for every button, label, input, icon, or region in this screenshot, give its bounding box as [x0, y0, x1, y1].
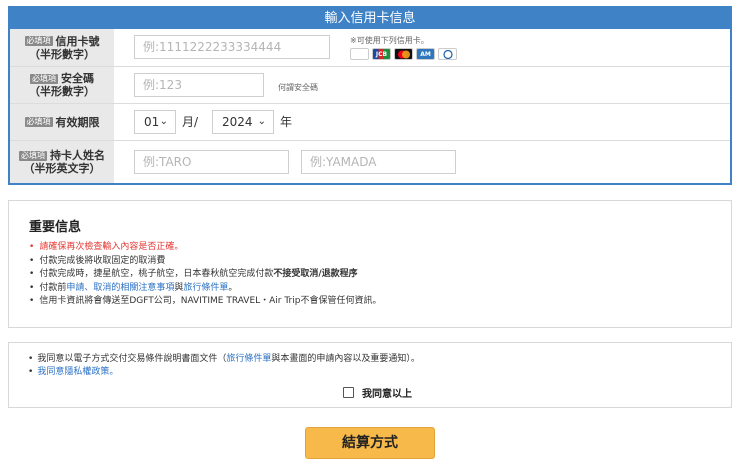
agree-control[interactable]: 我同意以上 [343, 385, 412, 400]
important-info-box: 重要信息 請確保再次檢查輸入內容是否正確。 付款完成後將收取固定的取消費 付款完… [8, 200, 732, 328]
security-code-help-link[interactable]: 何謂安全碼 [278, 82, 318, 93]
info-text: 付款完成時，捷星航空，桃子航空，日本春秋航空完成付款 [39, 269, 274, 279]
required-badge: 必填項 [24, 117, 53, 127]
consent-text: 我同意以電子方式交付交易條件說明書面文件（ [37, 354, 227, 364]
credit-card-form: 輸入信用卡信息 必填項 信用卡號 （半形數字） 例:11112222333344… [8, 6, 732, 185]
expiry-label-cell: 必填項 有效期限 [10, 104, 114, 140]
diners-icon [438, 48, 457, 60]
expiry-row: 必填項 有效期限 01 ⌄ 月/ 2024 ⌄ 年 [10, 103, 730, 140]
important-info-list: 請確保再次檢查輸入內容是否正確。 付款完成後將收取固定的取消費 付款完成時，捷星… [29, 241, 381, 309]
list-item: 我同意以電子方式交付交易條件說明書面文件（旅行條件單與本畫面的申請內容以及重要通… [28, 353, 420, 366]
card-number-row: 必填項 信用卡號 （半形數字） 例:1111222233334444 ※可使用下… [10, 29, 730, 66]
chevron-down-icon: ⌄ [257, 116, 266, 127]
security-code-row: 必填項 安全碼 （半形數字） 例:123 何謂安全碼 [10, 66, 730, 103]
visa-icon [350, 48, 369, 60]
info-text: 。 [228, 282, 238, 293]
accepted-card-logos: JCB AM [350, 48, 457, 60]
security-code-input[interactable]: 例:123 [134, 73, 264, 97]
travel-conditions-link[interactable]: 旅行條件單 [183, 283, 228, 293]
expiry-month-select[interactable]: 01 ⌄ [134, 110, 176, 134]
list-item: 信用卡資訊將會傳送至DGFT公司，NAVITIME TRAVEL・Air Tri… [29, 295, 381, 309]
agree-label[interactable]: 我同意以上 [362, 385, 412, 400]
cardholder-row: 必填項 持卡人姓名 （半形英文字） 例:TARO 例:YAMADA [10, 140, 730, 183]
privacy-policy-link[interactable]: 我同意隱私權政策。 [37, 367, 118, 377]
security-code-label: 安全碼 [61, 72, 94, 85]
security-code-sublabel: （半形數字） [29, 85, 95, 98]
month-unit: 月/ [182, 115, 199, 129]
card-number-sublabel: （半形數字） [29, 47, 95, 61]
mastercard-icon [394, 48, 413, 60]
list-item: 請確保再次檢查輸入內容是否正確。 [29, 241, 381, 255]
card-number-label-cell: 必填項 信用卡號 （半形數字） [10, 29, 114, 66]
required-badge: 必填項 [24, 36, 53, 46]
important-info-title: 重要信息 [29, 220, 82, 235]
required-badge: 必填項 [30, 73, 58, 84]
cardholder-label-cell: 必填項 持卡人姓名 （半形英文字） [10, 141, 114, 183]
accepted-cards-note: ※可使用下列信用卡。 [350, 36, 429, 45]
payment-method-button[interactable]: 結算方式 [305, 427, 435, 459]
expiry-month-value: 01 [144, 115, 160, 129]
info-text: 信用卡資訊將會傳送至DGFT公司，NAVITIME TRAVEL・Air Tri… [39, 296, 382, 306]
consent-list: 我同意以電子方式交付交易條件說明書面文件（旅行條件單與本畫面的申請內容以及重要通… [28, 353, 420, 379]
security-code-label-cell: 必填項 安全碼 （半形數字） [10, 67, 114, 103]
agree-checkbox[interactable] [343, 387, 354, 398]
list-item: 我同意隱私權政策。 [28, 366, 420, 379]
amex-icon: AM [416, 48, 435, 60]
info-text: 付款完成後將收取固定的取消費 [39, 255, 166, 266]
consent-box: 我同意以電子方式交付交易條件說明書面文件（旅行條件單與本畫面的申請內容以及重要通… [8, 342, 732, 408]
form-title: 輸入信用卡信息 [10, 8, 730, 29]
year-unit: 年 [280, 115, 293, 129]
info-bold-text: 不接受取消/退款程序 [273, 269, 358, 279]
consent-text: 與本畫面的申請內容以及重要通知）。 [271, 354, 420, 364]
expiry-year-select[interactable]: 2024 ⌄ [212, 110, 274, 134]
travel-conditions-link[interactable]: 旅行條件單 [226, 354, 271, 364]
list-item: 付款前申請、取消的相關注意事項與旅行條件單。 [29, 282, 381, 296]
card-number-input[interactable]: 例:1111222233334444 [134, 35, 330, 59]
info-text: 請確保再次檢查輸入內容是否正確。 [39, 242, 184, 252]
info-text: 付款前 [39, 282, 67, 293]
expiry-year-value: 2024 [222, 115, 253, 129]
jcb-icon: JCB [372, 48, 391, 60]
last-name-input[interactable]: 例:YAMADA [301, 150, 456, 174]
cancellation-notes-link[interactable]: 申請、取消的相關注意事項 [66, 283, 174, 293]
first-name-input[interactable]: 例:TARO [134, 150, 289, 174]
list-item: 付款完成時，捷星航空，桃子航空，日本春秋航空完成付款不接受取消/退款程序 [29, 268, 381, 282]
expiry-label: 有效期限 [55, 115, 100, 129]
required-badge: 必填項 [19, 150, 47, 161]
cardholder-label: 持卡人姓名 [50, 149, 105, 162]
chevron-down-icon: ⌄ [159, 116, 168, 127]
card-number-label: 信用卡號 [55, 34, 100, 48]
list-item: 付款完成後將收取固定的取消費 [29, 255, 381, 269]
cardholder-sublabel: （半形英文字） [23, 162, 101, 175]
info-text: 與 [174, 282, 184, 293]
